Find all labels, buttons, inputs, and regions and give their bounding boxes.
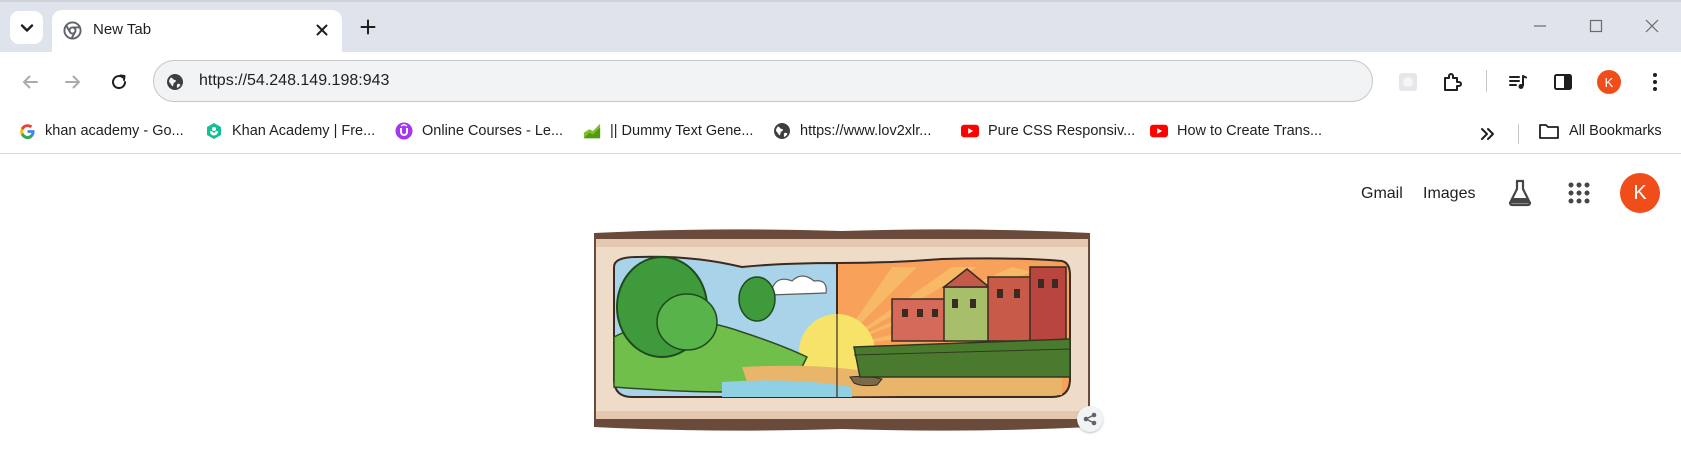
tab-new-tab[interactable]: New Tab bbox=[52, 10, 342, 52]
images-link[interactable]: Images bbox=[1423, 185, 1475, 203]
tab-search-button[interactable] bbox=[10, 11, 43, 44]
minimize-button[interactable] bbox=[1522, 10, 1558, 42]
bookmark-pure-css[interactable]: Pure CSS Responsiv... bbox=[961, 118, 1135, 144]
back-button[interactable] bbox=[14, 66, 46, 98]
music-queue-icon bbox=[1509, 75, 1527, 89]
tab-strip-border bbox=[0, 0, 1681, 2]
close-icon bbox=[316, 24, 328, 36]
more-vert-icon bbox=[1653, 73, 1657, 91]
tab-close-button[interactable] bbox=[312, 20, 332, 40]
all-bookmarks-button[interactable]: All Bookmarks bbox=[1538, 118, 1662, 144]
youtube-icon bbox=[1150, 122, 1168, 140]
tab-strip: New Tab bbox=[0, 0, 1681, 52]
extension-puzzle-faded-icon bbox=[1399, 73, 1417, 91]
reload-icon bbox=[112, 74, 127, 90]
doodle-share-button[interactable] bbox=[1077, 406, 1103, 432]
forward-button[interactable] bbox=[57, 66, 89, 98]
google-icon bbox=[18, 122, 36, 140]
share-icon bbox=[1083, 412, 1097, 426]
dummy-text-icon bbox=[583, 122, 601, 140]
google-doodle[interactable] bbox=[592, 227, 1092, 433]
address-bar[interactable]: https://54.248.149.198:943 bbox=[153, 60, 1373, 102]
address-bar-url: https://54.248.149.198:943 bbox=[199, 72, 390, 89]
folder-icon bbox=[1539, 124, 1559, 139]
site-info-button[interactable] bbox=[164, 71, 186, 93]
reload-button[interactable] bbox=[103, 66, 135, 98]
bookmark-khan-academy[interactable]: Khan Academy | Fre... bbox=[205, 118, 375, 144]
account-avatar-button[interactable]: K bbox=[1620, 173, 1660, 213]
bookmark-label: Khan Academy | Fre... bbox=[232, 123, 376, 139]
bookmark-label: Pure CSS Responsiv... bbox=[988, 123, 1136, 139]
puzzle-icon bbox=[1444, 73, 1462, 91]
bookmark-label: How to Create Trans... bbox=[1177, 123, 1323, 139]
new-tab-button[interactable] bbox=[356, 15, 380, 39]
maximize-button[interactable] bbox=[1578, 10, 1614, 42]
bookmark-create-trans[interactable]: How to Create Trans... bbox=[1150, 118, 1322, 144]
double-chevron-right-icon bbox=[1481, 128, 1494, 140]
flask-icon bbox=[1508, 179, 1532, 207]
bookmark-label: Online Courses - Le... bbox=[422, 123, 564, 139]
youtube-icon bbox=[961, 122, 979, 140]
globe-icon bbox=[773, 122, 791, 140]
extension-button[interactable] bbox=[1392, 66, 1424, 98]
labs-button[interactable] bbox=[1500, 173, 1540, 213]
bookmark-khan-academy-search[interactable]: khan academy - Go... bbox=[18, 118, 184, 144]
window-close-button[interactable] bbox=[1634, 10, 1670, 42]
bookmark-lov2xlr[interactable]: https://www.lov2xlr... bbox=[773, 118, 931, 144]
toolbar-separator bbox=[1486, 70, 1487, 92]
arrow-left-icon bbox=[23, 75, 38, 89]
globe-icon bbox=[167, 74, 183, 90]
bookmarks-bar: khan academy - Go... Khan Academy | Fre.… bbox=[0, 110, 1681, 154]
media-control-button[interactable] bbox=[1502, 66, 1534, 98]
bookmark-online-courses[interactable]: Online Courses - Le... bbox=[395, 118, 563, 144]
toolbar: https://54.248.149.198:943 K bbox=[0, 52, 1681, 110]
bookmark-dummy-text[interactable]: || Dummy Text Gene... bbox=[583, 118, 753, 144]
google-apps-button[interactable] bbox=[1559, 173, 1599, 213]
side-panel-button[interactable] bbox=[1547, 66, 1579, 98]
khan-academy-icon bbox=[205, 122, 223, 140]
chrome-menu-button[interactable] bbox=[1639, 66, 1671, 98]
extensions-button[interactable] bbox=[1436, 66, 1468, 98]
chrome-icon bbox=[63, 21, 82, 40]
maximize-icon bbox=[1589, 19, 1603, 33]
bookmarks-overflow-button[interactable] bbox=[1475, 124, 1501, 144]
arrow-right-icon bbox=[65, 75, 80, 89]
chevron-down-icon bbox=[20, 23, 33, 32]
profile-button[interactable]: K bbox=[1593, 66, 1625, 98]
tab-title: New Tab bbox=[93, 21, 152, 38]
close-icon bbox=[1645, 19, 1659, 33]
avatar: K bbox=[1597, 70, 1621, 94]
side-panel-icon bbox=[1554, 74, 1572, 90]
plus-icon bbox=[360, 19, 376, 35]
minimize-icon bbox=[1534, 25, 1546, 27]
bookmarks-separator bbox=[1518, 124, 1519, 144]
bookmark-label: https://www.lov2xlr... bbox=[800, 123, 932, 139]
apps-grid-icon bbox=[1568, 182, 1590, 204]
new-tab-page: Gmail Images K bbox=[0, 154, 1681, 460]
gmail-link[interactable]: Gmail bbox=[1361, 185, 1403, 203]
bookmark-label: khan academy - Go... bbox=[45, 123, 184, 139]
bookmark-label: || Dummy Text Gene... bbox=[610, 123, 754, 139]
udemy-icon bbox=[395, 122, 413, 140]
all-bookmarks-label: All Bookmarks bbox=[1569, 123, 1662, 139]
